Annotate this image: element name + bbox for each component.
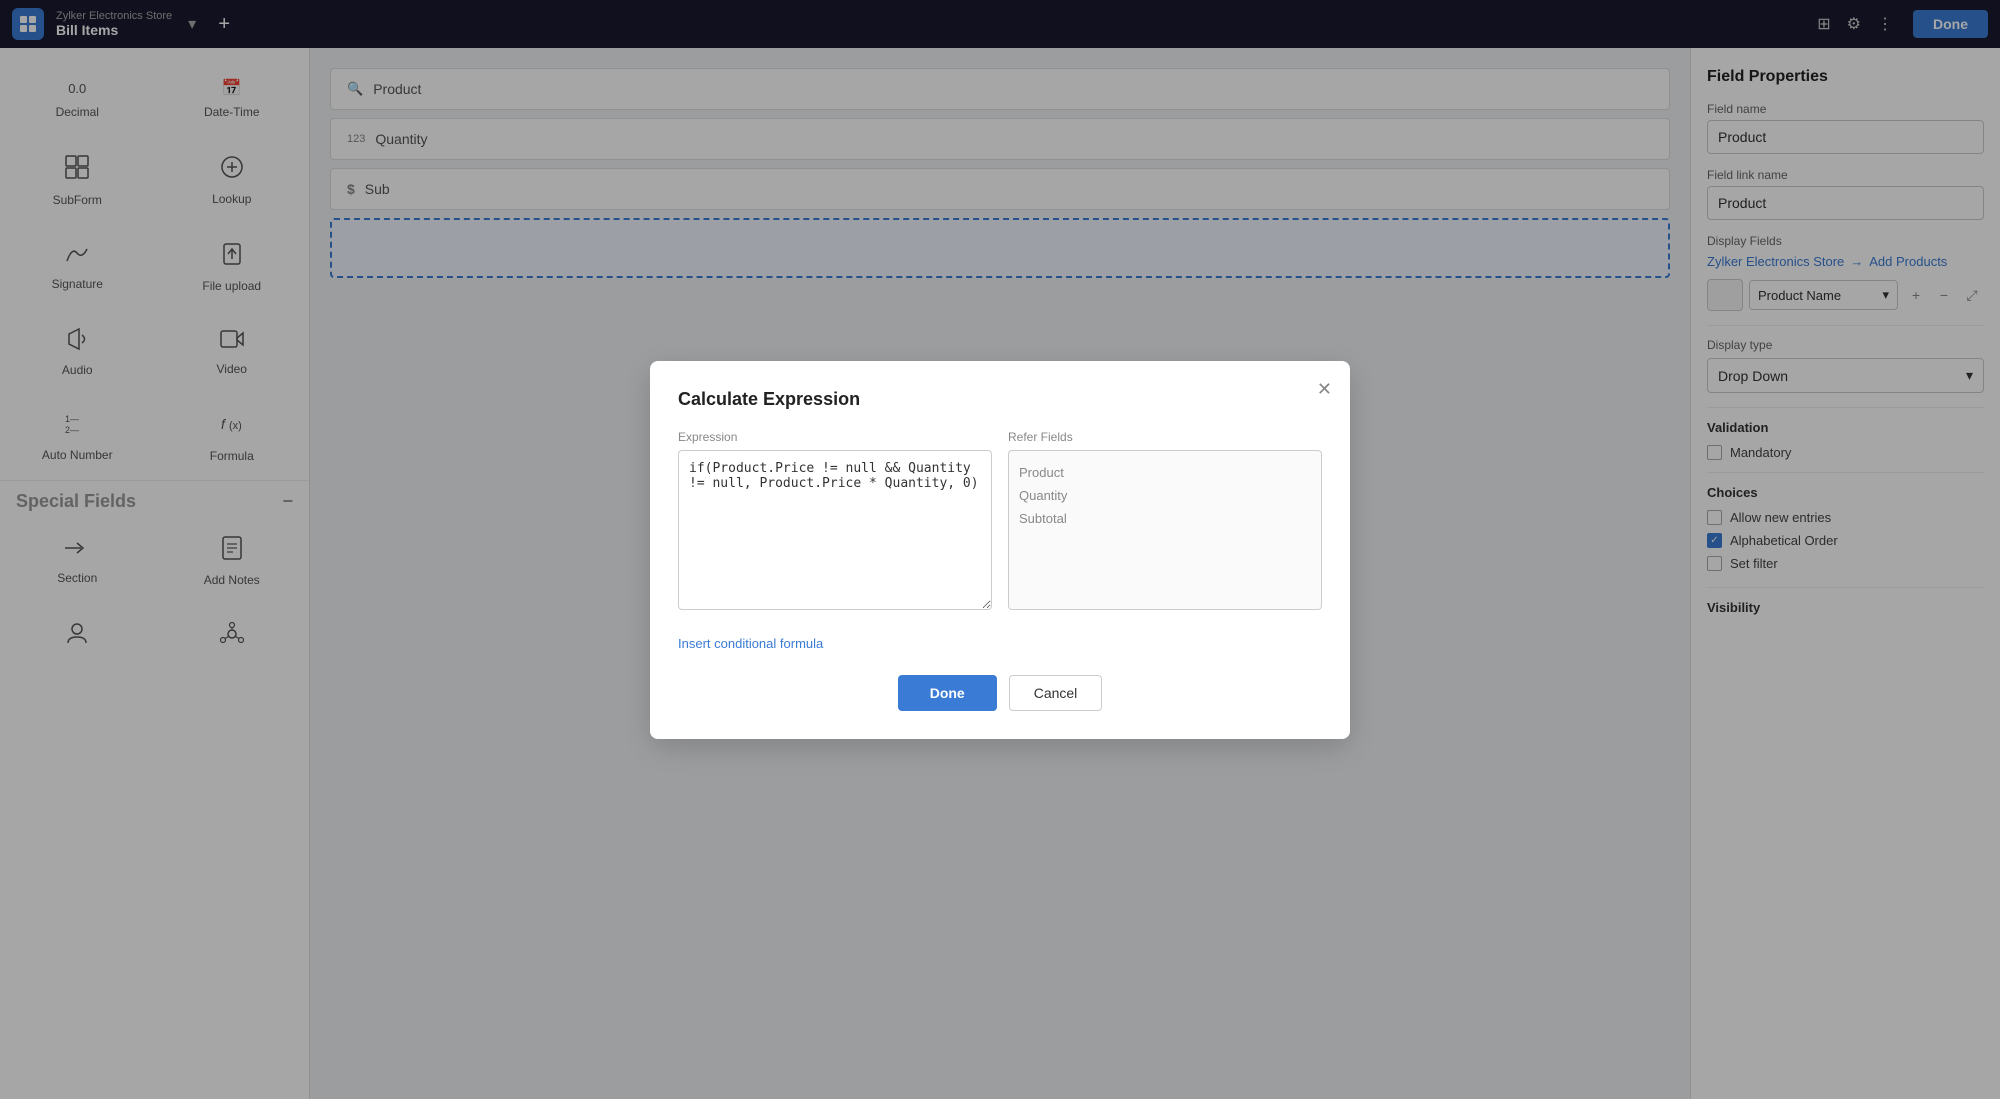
modal-title: Calculate Expression: [678, 389, 1322, 410]
refer-fields-label: Refer Fields: [1008, 430, 1322, 444]
modal-done-button[interactable]: Done: [898, 675, 997, 711]
refer-fields-box: Product Quantity Subtotal: [1008, 450, 1322, 610]
refer-fields-column: Refer Fields Product Quantity Subtotal: [1008, 430, 1322, 615]
calculate-expression-modal: Calculate Expression ✕ Expression Refer …: [650, 361, 1350, 739]
refer-field-product: Product: [1019, 461, 1311, 484]
modal-overlay: Calculate Expression ✕ Expression Refer …: [0, 0, 2000, 1099]
modal-body: Expression Refer Fields Product Quantity…: [678, 430, 1322, 615]
expression-textarea[interactable]: [678, 450, 992, 610]
refer-field-quantity: Quantity: [1019, 484, 1311, 507]
refer-field-subtotal: Subtotal: [1019, 507, 1311, 530]
expression-column: Expression: [678, 430, 992, 615]
modal-footer: Done Cancel: [678, 675, 1322, 711]
modal-close-button[interactable]: ✕: [1317, 379, 1332, 400]
insert-formula-link[interactable]: Insert conditional formula: [678, 636, 823, 651]
modal-cancel-button[interactable]: Cancel: [1009, 675, 1103, 711]
expression-label: Expression: [678, 430, 992, 444]
